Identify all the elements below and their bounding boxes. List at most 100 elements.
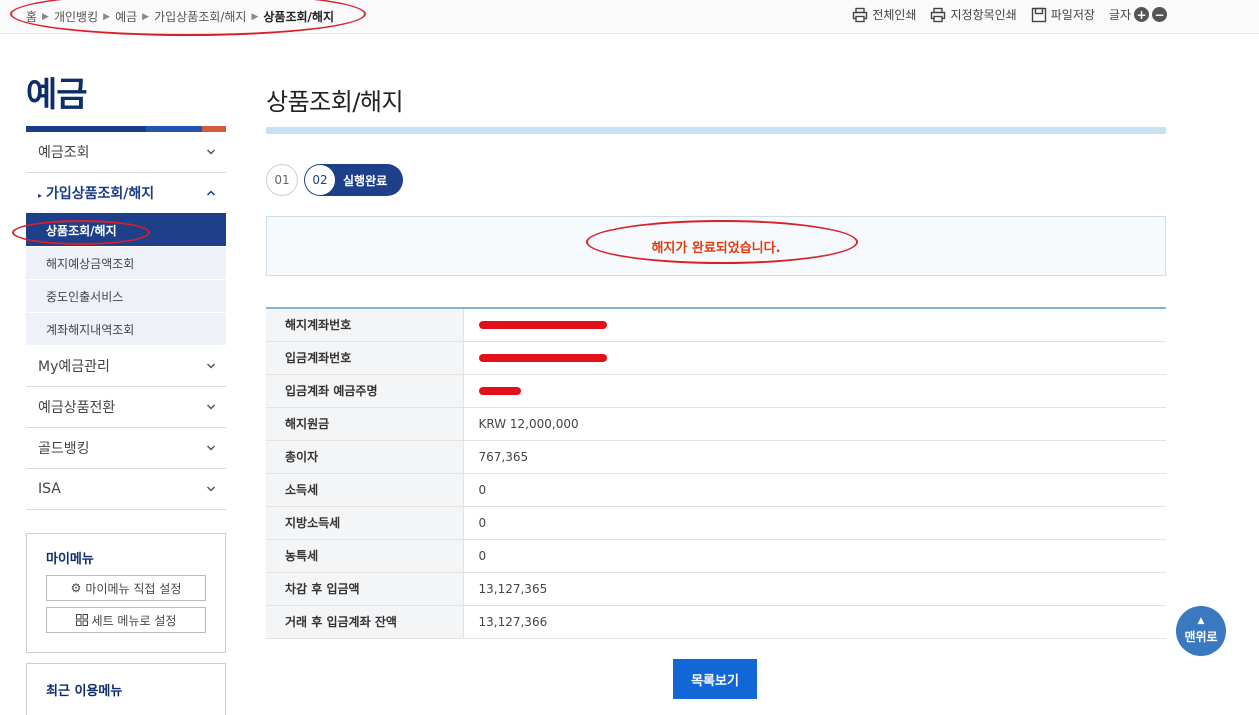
my-menu-box: 마이메뉴 ⚙ 마이메뉴 직접 설정 세트 메뉴로 설정 [26,533,226,653]
sidebar-title: 예금 [26,75,88,115]
font-decrease-icon[interactable]: − [1152,7,1167,22]
scroll-to-top-button[interactable]: ▲ 맨위로 [1176,606,1226,656]
sidebar-item-product-switch[interactable]: 예금상품전환 [26,387,226,428]
step-indicator: 01 02 실행완료 [266,164,404,196]
save-file-button[interactable]: 파일저장 [1031,6,1095,23]
step-2-label: 실행완료 [343,173,388,188]
table-row: 지방소득세 0 [266,506,1166,539]
sidebar: 예금 예금조회 ▸ 가입상품조회/해지 상품조회/해지 해지예상금액조회 중도인출… [26,70,226,510]
result-message: 해지가 완료되었습니다. [651,240,781,256]
step-2-active: 02 실행완료 [304,164,404,196]
sidebar-subitem-closure-history[interactable]: 계좌해지내역조회 [26,313,226,346]
font-size-control: 글자 + − [1109,6,1167,23]
printer-icon [931,7,946,22]
breadcrumb-personal-banking[interactable]: 개인뱅킹 [54,8,98,25]
row-label: 소득세 [266,473,464,506]
print-all-label: 전체인쇄 [872,8,917,22]
row-value: 0 [478,515,487,530]
title-underline-bar [266,127,1166,134]
chevron-right-icon: ▶ [142,11,150,22]
row-label: 차감 후 입금액 [266,572,464,605]
redaction-mark [478,387,521,395]
breadcrumb: 홈 ▶ 개인뱅킹 ▶ 예금 ▶ 가입상품조회/해지 ▶ 상품조회/해지 [26,8,334,25]
sidebar-item-my-deposit[interactable]: My예금관리 [26,346,226,387]
sidebar-item-isa[interactable]: ISA [26,469,226,510]
table-row: 입금계좌번호 [266,341,1166,374]
grid-icon [75,614,88,626]
top-bar: 홈 ▶ 개인뱅킹 ▶ 예금 ▶ 가입상품조회/해지 ▶ 상품조회/해지 전체인쇄… [0,0,1259,34]
chevron-down-icon [206,363,216,369]
row-label: 거래 후 입금계좌 잔액 [266,605,464,638]
my-menu-direct-setting-button[interactable]: ⚙ 마이메뉴 직접 설정 [46,575,206,601]
row-value-redacted [463,374,1166,407]
breadcrumb-current: 상품조회/해지 [263,10,334,24]
closure-detail-table: 해지계좌번호 입금계좌번호 입금계좌 예금주명 해지원금 KRW 12,000,… [266,307,1166,639]
gear-icon: ⚙ [70,581,82,595]
table-row: 농특세 0 [266,539,1166,572]
row-value: 767,365 [478,449,529,464]
font-size-label: 글자 [1108,8,1131,22]
my-menu-direct-setting-label: 마이메뉴 직접 설정 [85,581,182,596]
my-menu-title: 마이메뉴 [46,552,94,567]
step-1: 01 [266,164,298,196]
sidebar-item-label: 예금조회 [38,145,90,161]
sidebar-item-gold-banking[interactable]: 골드뱅킹 [26,428,226,469]
recent-menu-box: 최근 이용메뉴 [26,663,226,715]
table-row: 입금계좌 예금주명 [266,374,1166,407]
list-view-button[interactable]: 목록보기 [673,659,757,699]
chevron-down-icon [206,486,216,492]
row-value: KRW 12,000,000 [478,416,579,431]
step-2-number: 02 [305,165,335,195]
result-message-box: 해지가 완료되었습니다. [266,216,1166,276]
font-increase-icon[interactable]: + [1134,7,1149,22]
caret-right-icon: ▸ [38,191,43,200]
chevron-down-icon [206,445,216,451]
chevron-right-icon: ▶ [251,11,259,22]
sidebar-subitem-partial-withdrawal[interactable]: 중도인출서비스 [26,280,226,313]
chevron-up-icon [206,190,216,196]
row-value: 13,127,365 [478,581,548,596]
row-value: 13,127,366 [478,614,548,629]
table-row: 해지계좌번호 [266,308,1166,341]
row-value-redacted [463,341,1166,374]
row-label: 입금계좌 예금주명 [266,374,464,407]
row-label: 입금계좌번호 [266,341,464,374]
page-title: 상품조회/해지 [266,88,404,116]
row-value-redacted [463,308,1166,341]
print-all-button[interactable]: 전체인쇄 [852,6,916,23]
sidebar-subitem-expected-amount[interactable]: 해지예상금액조회 [26,247,226,280]
row-label: 농특세 [266,539,464,572]
breadcrumb-home[interactable]: 홈 [26,8,37,25]
chevron-right-icon: ▶ [42,11,49,22]
set-menu-setting-button[interactable]: 세트 메뉴로 설정 [46,607,206,633]
sidebar-item-label: 가입상품조회/해지 [46,186,155,202]
table-row: 거래 후 입금계좌 잔액 13,127,366 [266,605,1166,638]
top-actions: 전체인쇄 지정항목인쇄 파일저장 글자 + − [852,6,1167,23]
recent-menu-title: 최근 이용메뉴 [46,684,123,699]
chevron-down-icon [206,404,216,410]
floppy-disk-icon [1031,7,1046,22]
chevron-right-icon: ▶ [103,11,111,22]
set-menu-setting-label: 세트 메뉴로 설정 [91,613,177,628]
breadcrumb-deposit[interactable]: 예금 [115,8,137,25]
redaction-mark [478,321,607,330]
sidebar-item-label: My예금관리 [38,359,110,375]
scroll-to-top-label: 맨위로 [1184,630,1218,644]
sidebar-item-label: 골드뱅킹 [38,441,90,457]
chevron-down-icon [206,149,216,155]
row-label: 해지원금 [266,407,464,440]
sidebar-item-deposit-inquiry[interactable]: 예금조회 [26,132,226,173]
table-row: 총이자 767,365 [266,440,1166,473]
arrow-up-icon: ▲ [1197,616,1205,626]
sidebar-subitem-product-inquiry[interactable]: 상품조회/해지 [26,214,226,247]
table-row: 해지원금 KRW 12,000,000 [266,407,1166,440]
print-selected-button[interactable]: 지정항목인쇄 [930,6,1017,23]
row-label: 총이자 [266,440,464,473]
redaction-mark [478,354,607,362]
breadcrumb-subscribed-products[interactable]: 가입상품조회/해지 [154,8,246,25]
row-value: 0 [478,548,487,563]
sidebar-item-subscribed-products[interactable]: ▸ 가입상품조회/해지 [26,173,226,214]
row-value: 0 [478,482,487,497]
row-label: 해지계좌번호 [266,308,464,341]
print-selected-label: 지정항목인쇄 [950,8,1017,22]
